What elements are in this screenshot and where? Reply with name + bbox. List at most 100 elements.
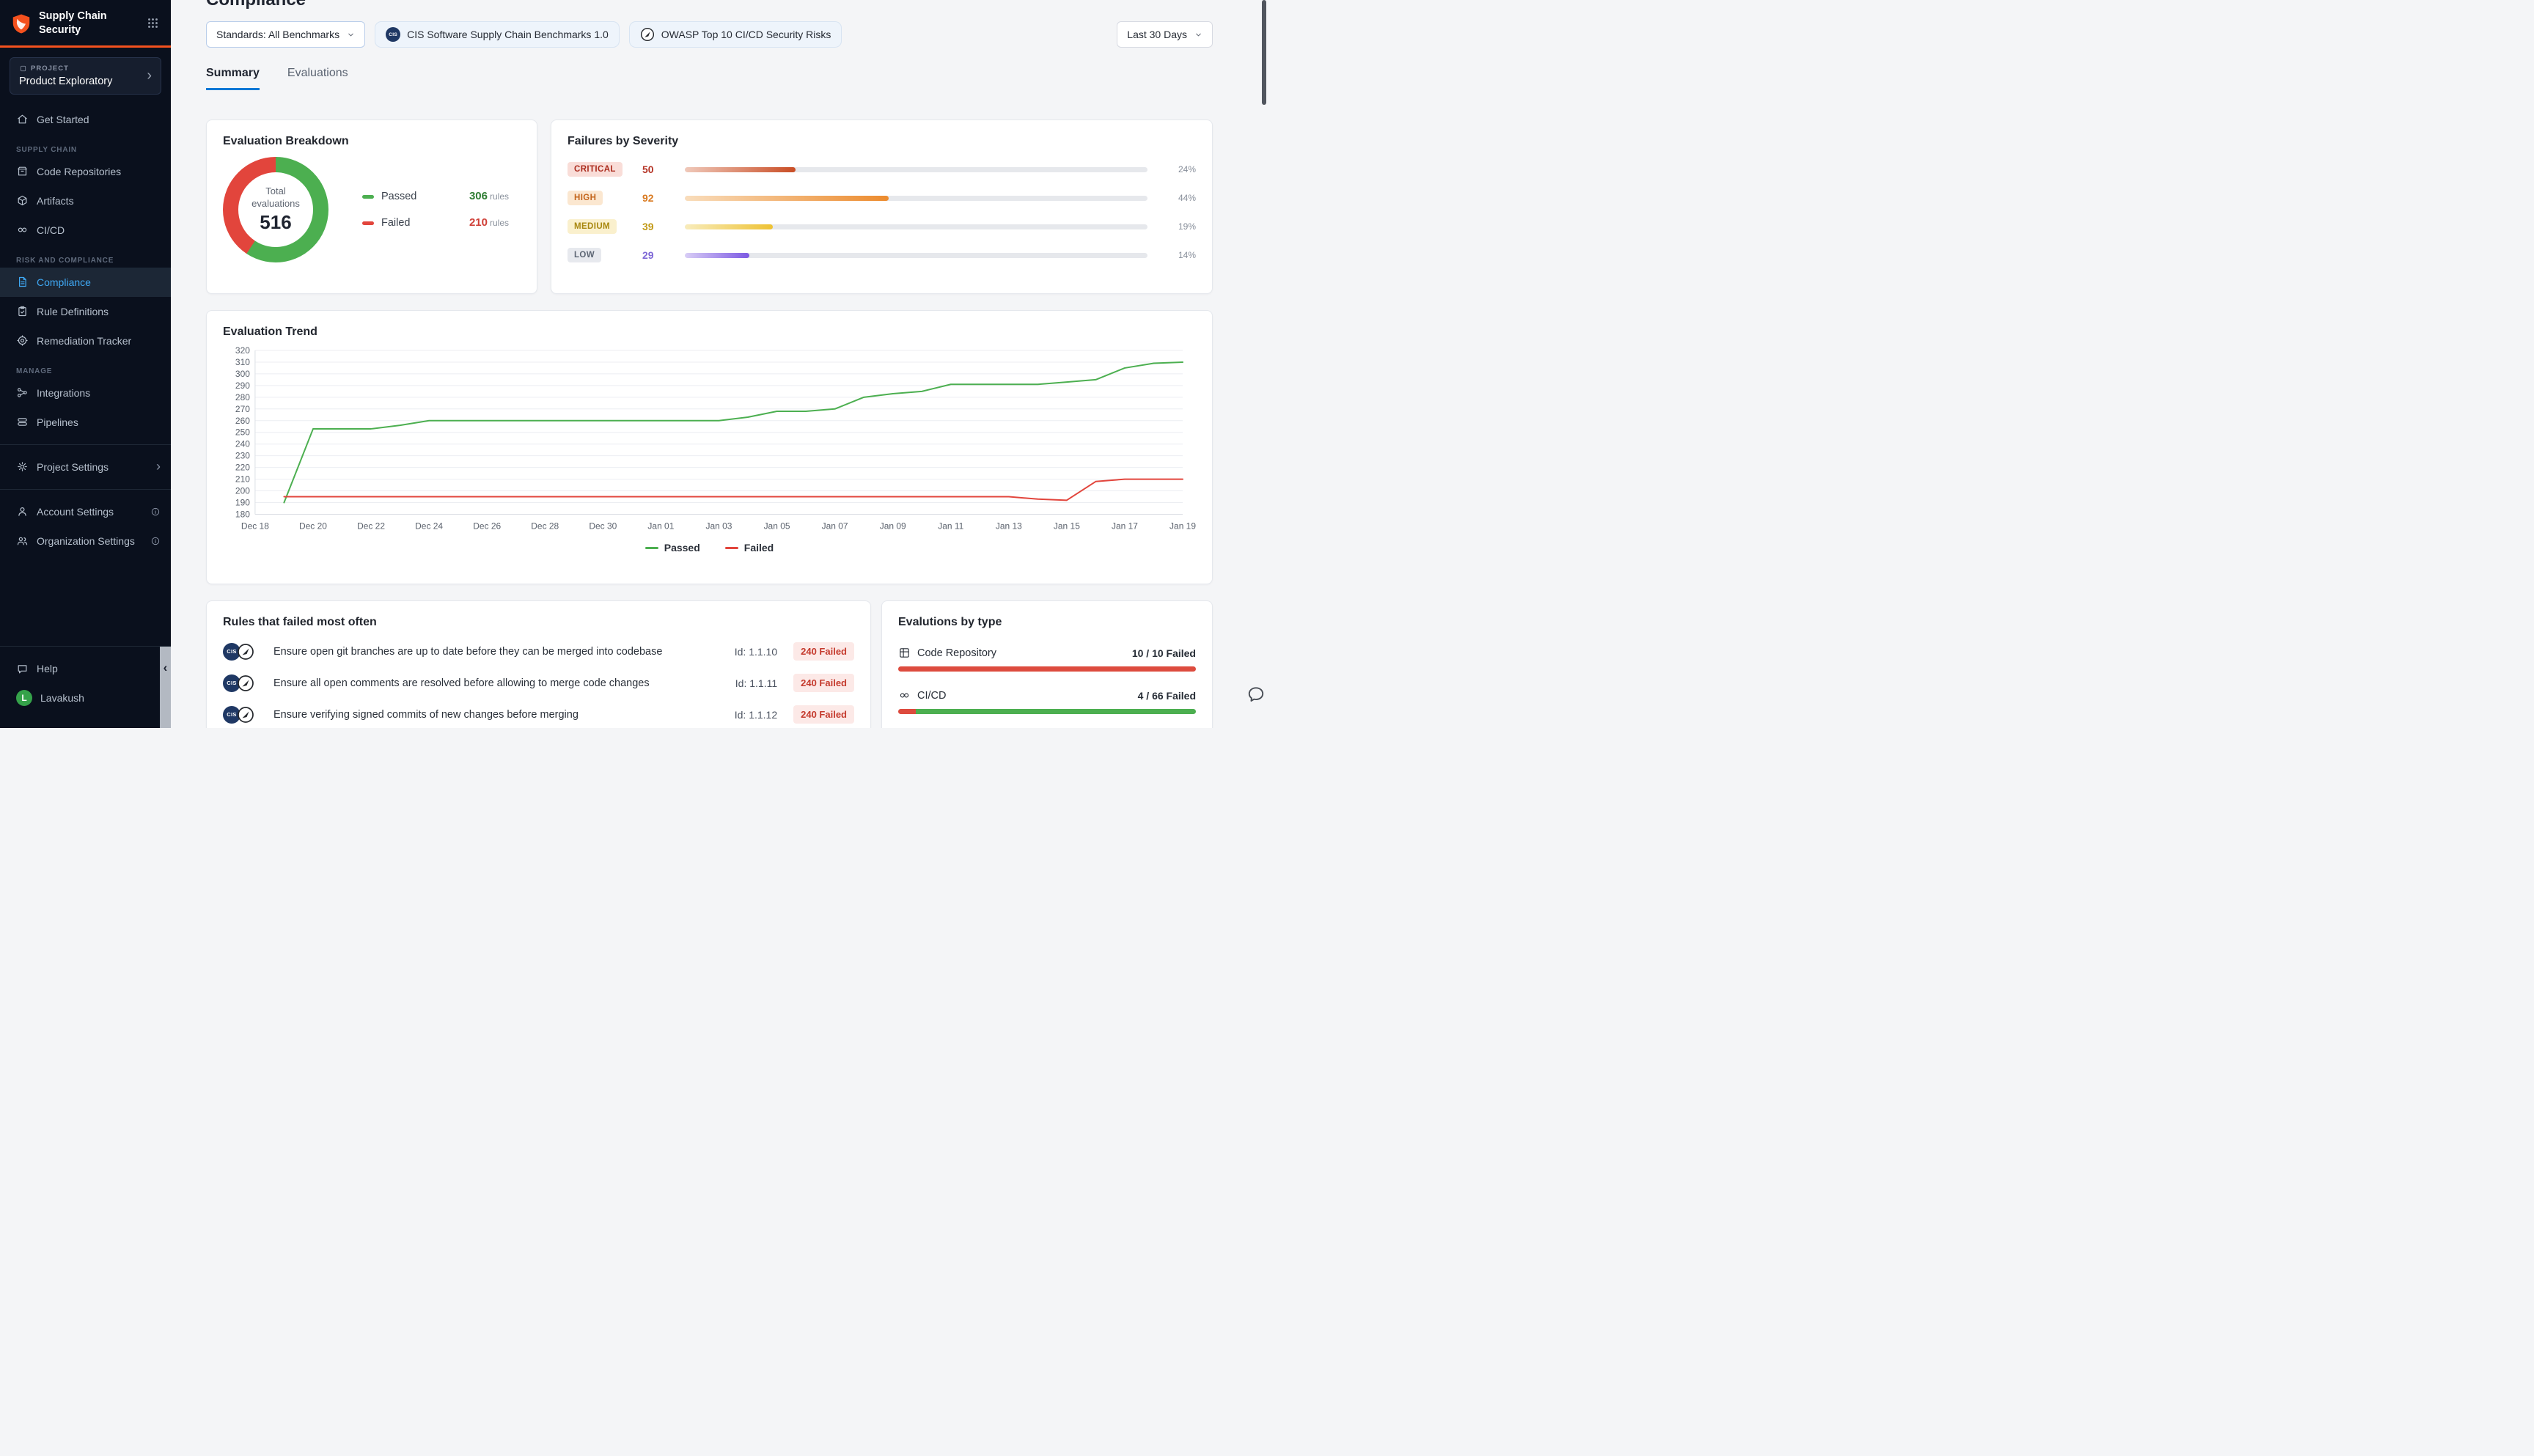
repository-icon: [16, 165, 29, 177]
svg-text:210: 210: [235, 474, 250, 485]
type-name: Code Repository: [917, 647, 996, 659]
svg-text:270: 270: [235, 404, 250, 414]
sidebar-item-label: Account Settings: [37, 506, 114, 518]
chat-bubble-icon: [1246, 685, 1266, 704]
help-button[interactable]: Help: [0, 654, 160, 683]
svg-text:Jan 07: Jan 07: [822, 521, 848, 531]
sidebar-item-project-settings[interactable]: Project Settings ›: [0, 452, 171, 482]
severity-bar: [685, 224, 1147, 229]
svg-text:Dec 24: Dec 24: [415, 521, 443, 531]
severity-row-critical: CRITICAL 50 24%: [568, 162, 1196, 177]
legend-failed: Failed 210rules: [362, 216, 509, 229]
sidebar-item-account-settings[interactable]: Account Settings: [0, 497, 171, 526]
sidebar-item-code-repositories[interactable]: Code Repositories: [0, 157, 171, 186]
sidebar-item-cicd[interactable]: CI/CD: [0, 216, 171, 245]
svg-text:Jan 15: Jan 15: [1054, 521, 1080, 531]
severity-badge: HIGH: [568, 191, 603, 205]
chevron-down-icon: [347, 31, 355, 39]
sidebar-item-artifacts[interactable]: Artifacts: [0, 186, 171, 216]
type-name: CI/CD: [917, 690, 946, 702]
owasp-icon: [237, 706, 254, 724]
tab-summary[interactable]: Summary: [206, 67, 260, 90]
sidebar-item-compliance[interactable]: Compliance: [0, 268, 171, 297]
cis-benchmark-chip[interactable]: CIS CIS Software Supply Chain Benchmarks…: [375, 21, 620, 48]
type-status: 4 / 66 Failed: [1138, 690, 1196, 702]
sidebar-item-remediation-tracker[interactable]: Remediation Tracker: [0, 326, 171, 356]
target-icon: [16, 334, 29, 347]
project-selector[interactable]: PROJECT Product Exploratory ›: [10, 57, 161, 95]
rule-row[interactable]: CIS Ensure open git branches are up to d…: [223, 642, 854, 661]
rule-row[interactable]: CIS Ensure verifying signed commits of n…: [223, 705, 854, 724]
module-switcher-button[interactable]: [145, 15, 161, 31]
svg-text:Dec 30: Dec 30: [589, 521, 617, 531]
type-row-cicd: CI/CD 4 / 66 Failed: [898, 689, 1196, 714]
rule-text: Ensure all open comments are resolved be…: [273, 677, 725, 689]
user-menu[interactable]: L Lavakush: [0, 683, 160, 713]
document-icon: [16, 276, 29, 288]
repository-grid-icon: [898, 647, 911, 659]
infinity-icon: [16, 224, 29, 236]
sidebar: Supply Chain Security PROJECT Product Ex…: [0, 0, 171, 728]
svg-text:200: 200: [235, 486, 250, 496]
owasp-chip-label: OWASP Top 10 CI/CD Security Risks: [661, 29, 831, 40]
passed-unit: rules: [490, 191, 509, 202]
donut-total: 516: [260, 211, 291, 234]
owasp-chip[interactable]: OWASP Top 10 CI/CD Security Risks: [629, 21, 842, 48]
sidebar-item-get-started[interactable]: Get Started: [0, 105, 171, 134]
sidebar-item-integrations[interactable]: Integrations: [0, 378, 171, 408]
sidebar-item-label: Project Settings: [37, 461, 109, 473]
svg-text:180: 180: [235, 509, 250, 519]
scrollbar: [1261, 0, 1267, 728]
standards-dropdown[interactable]: Standards: All Benchmarks: [206, 21, 365, 48]
svg-text:310: 310: [235, 357, 250, 367]
svg-text:260: 260: [235, 416, 250, 426]
severity-percent: 24%: [1158, 164, 1196, 174]
severity-bar: [685, 196, 1147, 201]
nav-section-manage: MANAGE: [16, 367, 171, 375]
svg-text:Dec 18: Dec 18: [241, 521, 269, 531]
brand-accent-bar: [0, 45, 171, 48]
failed-label: Failed: [381, 217, 411, 229]
grid-apps-icon: [147, 18, 158, 29]
severity-count: 50: [642, 163, 675, 175]
support-chat-button[interactable]: [1246, 685, 1266, 706]
chat-bubble-icon: [16, 663, 29, 675]
severity-bar: [685, 167, 1147, 172]
sidebar-collapse-rail[interactable]: ‹: [160, 647, 171, 728]
evaluations-by-type-card: Evalutions by type Code Repository 10 / …: [881, 600, 1213, 728]
sidebar-item-label: Integrations: [37, 387, 90, 399]
severity-count: 29: [642, 249, 675, 261]
donut-center-label: Total evaluations: [246, 185, 306, 210]
rule-row[interactable]: CIS Ensure all open comments are resolve…: [223, 674, 854, 692]
rules-failed-card: Rules that failed most often CIS Ensure …: [206, 600, 871, 728]
svg-text:320: 320: [235, 346, 250, 356]
sidebar-item-organization-settings[interactable]: Organization Settings: [0, 526, 171, 556]
info-icon[interactable]: [150, 507, 161, 517]
sidebar-item-pipelines[interactable]: Pipelines: [0, 408, 171, 437]
sidebar-item-label: Compliance: [37, 276, 91, 288]
svg-text:Jan 03: Jan 03: [706, 521, 732, 531]
svg-text:Jan 01: Jan 01: [647, 521, 674, 531]
help-label: Help: [37, 663, 58, 674]
owasp-icon: [640, 27, 655, 42]
sidebar-item-label: Remediation Tracker: [37, 335, 131, 347]
standards-dropdown-value: Standards: All Benchmarks: [216, 29, 339, 40]
type-row-code-repository: Code Repository 10 / 10 Failed: [898, 647, 1196, 672]
cube-icon: [16, 194, 29, 207]
card-title: Evaluation Breakdown: [223, 135, 521, 148]
infinity-icon: [898, 689, 911, 702]
sidebar-item-rule-definitions[interactable]: Rule Definitions: [0, 297, 171, 326]
scrollbar-thumb[interactable]: [1262, 0, 1266, 105]
divider: [0, 489, 171, 490]
project-icon: [19, 65, 27, 73]
tab-evaluations[interactable]: Evaluations: [287, 67, 348, 90]
severity-badge: MEDIUM: [568, 219, 617, 234]
svg-text:240: 240: [235, 439, 250, 449]
date-range-dropdown[interactable]: Last 30 Days: [1117, 21, 1213, 48]
info-icon[interactable]: [150, 536, 161, 546]
svg-text:Dec 20: Dec 20: [299, 521, 327, 531]
failed-count-badge: 240 Failed: [793, 674, 854, 692]
svg-text:Jan 09: Jan 09: [880, 521, 906, 531]
cis-chip-label: CIS Software Supply Chain Benchmarks 1.0: [407, 29, 609, 40]
severity-count: 39: [642, 221, 675, 232]
